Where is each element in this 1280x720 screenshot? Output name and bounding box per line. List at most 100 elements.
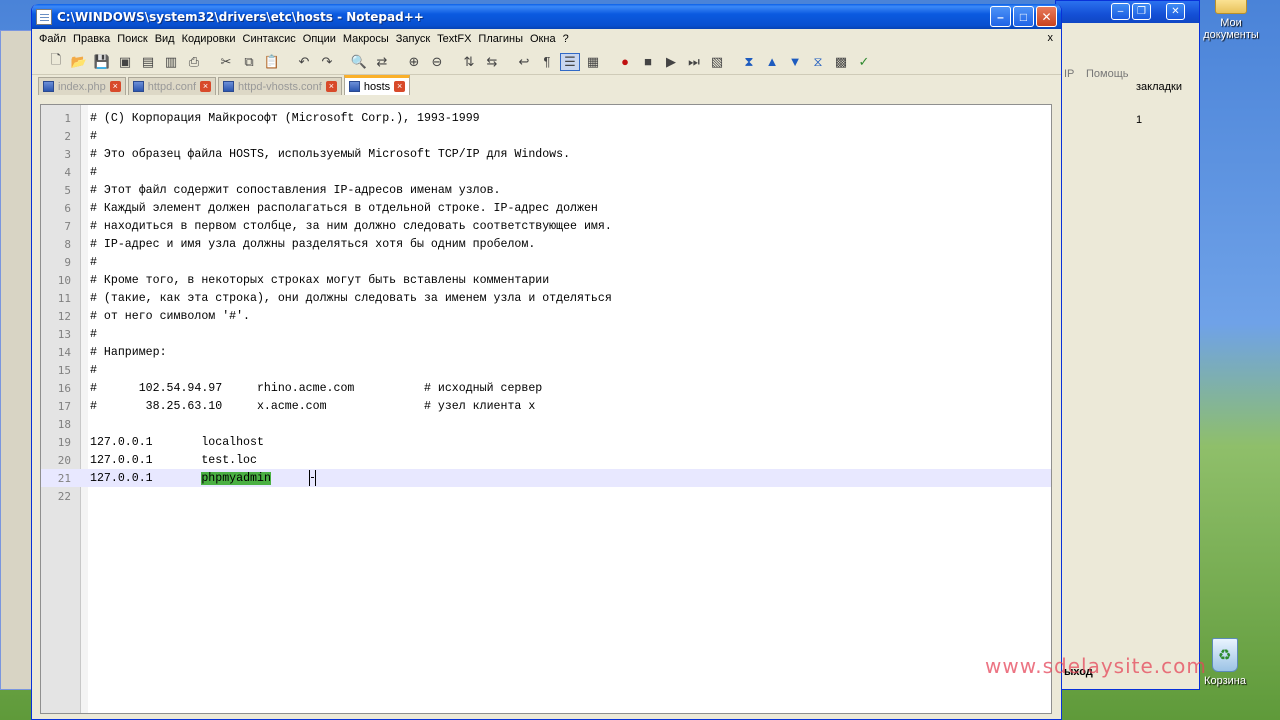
editor-line[interactable]: 5 # Этот файл содержит сопоставления IP-а… [41,181,1051,199]
title-bar[interactable]: C:\WINDOWS\system32\drivers\etc\hosts - … [32,4,1061,29]
stop-macro-icon[interactable]: ■ [638,53,658,71]
editor[interactable]: 1 # (C) Корпорация Майкрософт (Microsoft … [40,104,1052,714]
editor-line[interactable]: 17 # 38.25.63.10 x.acme.com # узел клиент… [41,397,1051,415]
zoom-out-icon[interactable]: ⊖ [427,53,447,71]
spellcheck-icon[interactable]: ✓ [854,53,874,71]
line-text[interactable]: # от него символом '#'. [90,310,250,323]
line-text[interactable]: 127.0.0.1 test.loc [90,454,257,467]
line-text[interactable]: # (C) Корпорация Майкрософт (Microsoft C… [90,112,480,125]
menu-options[interactable]: Опции [302,33,342,45]
save-icon[interactable]: 💾 [92,53,112,71]
editor-line[interactable]: 19 127.0.0.1 localhost [41,433,1051,451]
editor-line[interactable]: 8 # IP-адрес и имя узла должны разделятьс… [41,235,1051,253]
line-text[interactable]: # 38.25.63.10 x.acme.com # узел клиента … [90,400,535,413]
editor-line[interactable]: 20 127.0.0.1 test.loc [41,451,1051,469]
editor-line[interactable]: 3 # Это образец файла HOSTS, используемый… [41,145,1051,163]
textfx-tool-icon[interactable]: ▩ [831,53,851,71]
line-text[interactable]: # [90,130,97,143]
play-multiple-icon[interactable]: ⏭ [684,53,704,71]
menu-help[interactable]: ? [562,33,575,45]
tab-httpd-vhosts-conf[interactable]: httpd-vhosts.conf × [218,77,342,95]
replace-icon[interactable]: ⇄ [372,53,392,71]
close-button[interactable]: ✕ [1036,6,1057,27]
menu-macros[interactable]: Макросы [342,33,395,45]
restore-icon[interactable]: ❐ [1132,3,1151,20]
show-all-chars-icon[interactable]: ¶ [537,53,557,71]
record-macro-icon[interactable]: ● [615,53,635,71]
close-icon[interactable]: ✕ [1166,3,1185,20]
menu-edit[interactable]: Правка [72,33,116,45]
editor-lines[interactable]: 1 # (C) Корпорация Майкрософт (Microsoft … [41,109,1051,505]
menu-view[interactable]: Вид [154,33,181,45]
editor-line[interactable]: 1 # (C) Корпорация Майкрософт (Microsoft … [41,109,1051,127]
print-icon[interactable]: ⎙ [184,53,204,71]
selected-text[interactable]: phpmyadmin [201,471,271,485]
line-text[interactable]: 127.0.0.1 phpmyadmin [90,471,271,485]
zoom-in-icon[interactable]: ⊕ [404,53,424,71]
editor-line[interactable]: 16 # 102.54.94.97 rhino.acme.com # исходн… [41,379,1051,397]
line-text[interactable]: # Этот файл содержит сопоставления IP-ад… [90,184,501,197]
textfx-down-icon[interactable]: ▼ [785,53,805,71]
line-text[interactable]: # [90,364,97,377]
tab-close-icon[interactable]: × [200,81,212,92]
textfx-sort-icon[interactable]: ⧗ [739,53,759,71]
line-text[interactable]: # (такие, как эта строка), они должны сл… [90,292,612,305]
menu-file[interactable]: Файл [38,33,72,45]
line-text[interactable]: # [90,256,97,269]
undo-icon[interactable]: ↶ [294,53,314,71]
menu-plugins[interactable]: Плагины [477,33,529,45]
cut-icon[interactable]: ✂ [216,53,236,71]
line-text[interactable]: # IP-адрес и имя узла должны разделяться… [90,238,535,251]
line-text[interactable]: # [90,328,97,341]
menu-search[interactable]: Поиск [116,33,153,45]
line-text[interactable]: # находиться в первом столбце, за ним до… [90,220,612,233]
line-text[interactable]: # Например: [90,346,167,359]
play-macro-icon[interactable]: ▶ [661,53,681,71]
close-file-icon[interactable]: ▤ [138,53,158,71]
sync-vertical-icon[interactable]: ⇅ [459,53,479,71]
textfx-merge-icon[interactable]: ⧖ [808,53,828,71]
desktop-icon-my-documents[interactable]: Мои документы [1196,0,1266,41]
line-text[interactable]: # Каждый элемент должен располагаться в … [90,202,598,215]
menu-encoding[interactable]: Кодировки [181,33,242,45]
background-menu-item[interactable]: IP [1064,68,1074,80]
user-language-icon[interactable]: ▦ [583,53,603,71]
tab-close-icon[interactable]: × [394,81,406,92]
menu-windows[interactable]: Окна [529,33,562,45]
paste-icon[interactable]: 📋 [262,53,282,71]
menu-textfx[interactable]: TextFX [436,33,477,45]
editor-line[interactable]: 6 # Каждый элемент должен располагаться в… [41,199,1051,217]
sync-horizontal-icon[interactable]: ⇆ [482,53,502,71]
find-icon[interactable]: 🔍 [349,53,369,71]
close-all-icon[interactable]: ▥ [161,53,181,71]
copy-icon[interactable]: ⧉ [239,53,259,71]
maximize-button[interactable]: □ [1013,6,1034,27]
editor-line[interactable]: 22 [41,487,1051,505]
menu-run[interactable]: Запуск [395,33,436,45]
editor-line[interactable]: 7 # находиться в первом столбце, за ним д… [41,217,1051,235]
line-text[interactable]: # [90,166,97,179]
open-folder-icon[interactable]: 📂 [69,53,89,71]
save-macro-icon[interactable]: ▧ [707,53,727,71]
indent-guide-icon[interactable]: ☰ [560,52,580,71]
background-menu-item[interactable]: Помощь [1086,68,1129,80]
tab-close-icon[interactable]: × [109,81,121,92]
editor-line[interactable]: 21 127.0.0.1 phpmyadmin [41,469,1051,487]
tab-httpd-conf[interactable]: httpd.conf × [127,77,217,95]
editor-line[interactable]: 2 # [41,127,1051,145]
editor-line[interactable]: 4 # [41,163,1051,181]
line-text[interactable]: # Кроме того, в некоторых строках могут … [90,274,549,287]
line-text[interactable]: # 102.54.94.97 rhino.acme.com # исходный… [90,382,542,395]
close-document-button[interactable]: x [1048,32,1054,44]
editor-line[interactable]: 15 # [41,361,1051,379]
word-wrap-icon[interactable]: ↩ [514,53,534,71]
menu-syntax[interactable]: Синтаксис [242,33,302,45]
tab-index-php[interactable]: index.php × [38,77,126,95]
textfx-up-icon[interactable]: ▲ [762,53,782,71]
tab-close-icon[interactable]: × [325,81,337,92]
tab-hosts[interactable]: hosts × [343,75,411,95]
redo-icon[interactable]: ↷ [317,53,337,71]
minimize-button[interactable]: – [990,6,1011,27]
new-file-icon[interactable]: 🗋 [46,52,66,71]
editor-line[interactable]: 12 # от него символом '#'. [41,307,1051,325]
